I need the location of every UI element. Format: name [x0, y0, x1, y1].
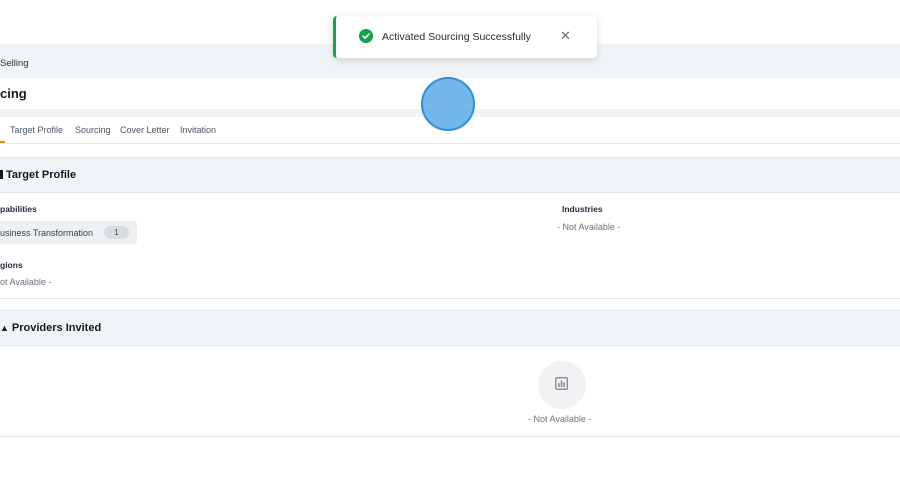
- industries-value: - Not Available -: [557, 222, 621, 232]
- providers-header: [0, 310, 900, 346]
- providers-title: ▲ Providers Invited: [0, 322, 102, 334]
- regions-label: gions: [0, 260, 23, 270]
- industries-label: Industries: [562, 204, 603, 214]
- tab-sourcing[interactable]: Sourcing: [75, 125, 111, 135]
- providers-empty-text: - Not Available -: [528, 414, 592, 424]
- capabilities-label: pabilities: [0, 204, 37, 214]
- check-circle-icon: [359, 29, 373, 43]
- capability-chip-count: 1: [104, 226, 129, 239]
- active-tab-indicator: [0, 141, 5, 143]
- target-profile-header: [0, 157, 900, 193]
- toast-message: Activated Sourcing Successfully: [382, 31, 531, 43]
- click-indicator: [421, 77, 475, 131]
- tab-cover-letter[interactable]: Cover Letter: [120, 125, 170, 135]
- breadcrumb[interactable]: Selling: [0, 58, 29, 69]
- profile-icon: [0, 170, 3, 179]
- tab-target-profile[interactable]: Target Profile: [10, 125, 63, 135]
- tab-invitation[interactable]: Invitation: [180, 125, 216, 135]
- capability-chip-label: usiness Transformation: [0, 228, 94, 238]
- target-profile-title: Target Profile: [0, 169, 76, 181]
- regions-value: ot Available -: [0, 277, 52, 287]
- close-icon[interactable]: ✕: [560, 29, 571, 43]
- users-icon: ▲: [0, 323, 9, 333]
- section-divider: [0, 298, 900, 299]
- chart-icon: [555, 377, 568, 390]
- section-divider: [0, 436, 900, 437]
- page-title: cing: [0, 86, 27, 101]
